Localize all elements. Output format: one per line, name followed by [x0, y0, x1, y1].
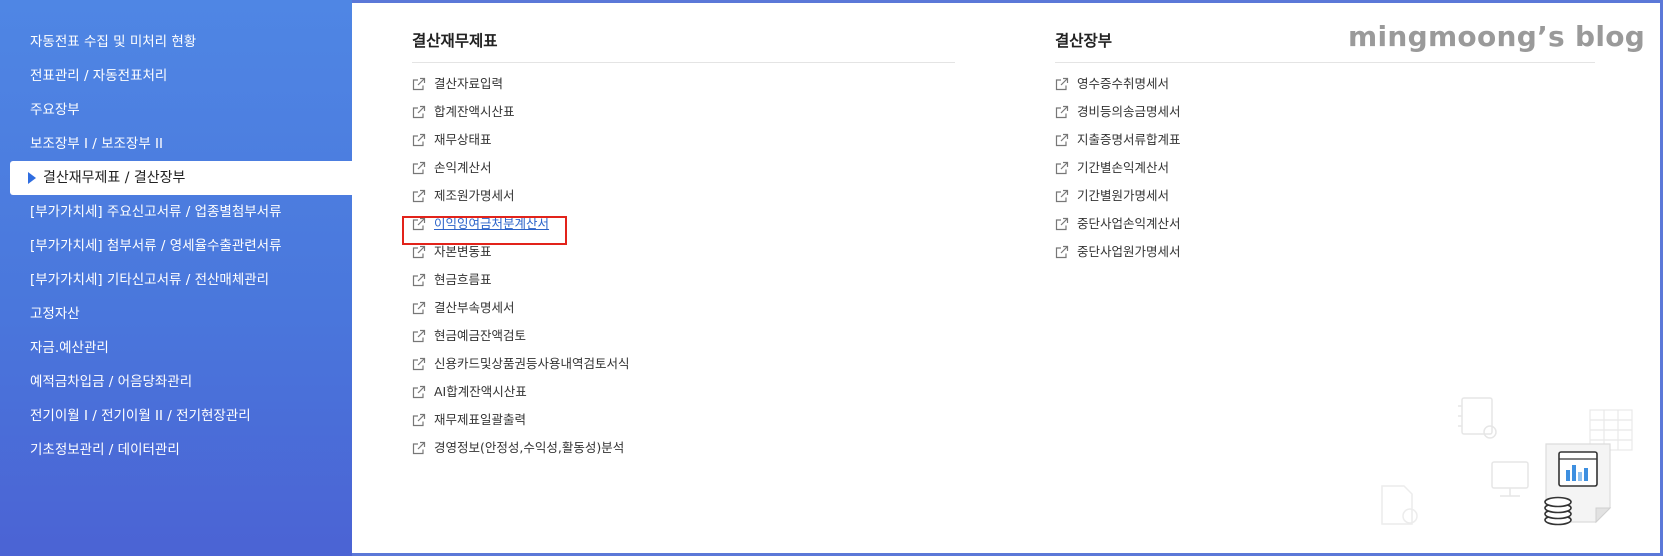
- external-link-icon: [1055, 161, 1069, 175]
- external-link-icon: [412, 77, 426, 91]
- link-label: 경비등의송금명세서: [1077, 104, 1181, 119]
- link-item[interactable]: 합계잔액시산표: [412, 103, 515, 121]
- sidebar-item-sub-ledger[interactable]: 보조장부 I / 보조장부 II: [30, 134, 163, 154]
- link-item[interactable]: 중단사업손익계산서: [1055, 215, 1181, 233]
- link-label: 합계잔액시산표: [434, 104, 515, 119]
- sidebar-item-vat-main-filing[interactable]: [부가가치세] 주요신고서류 / 업종별첨부서류: [30, 202, 282, 222]
- sidebar-item-auto-voucher-status[interactable]: 자동전표 수집 및 미처리 현황: [30, 32, 196, 52]
- link-item[interactable]: 재무제표일괄출력: [412, 411, 526, 429]
- external-link-icon: [412, 133, 426, 147]
- link-label: 지출증명서류합계표: [1077, 132, 1181, 147]
- link-label: 경영정보(안정성,수익성,활동성)분석: [434, 440, 625, 455]
- link-label: 영수증수취명세서: [1077, 76, 1170, 91]
- sidebar-item-vat-attachments[interactable]: [부가가치세] 첨부서류 / 영세율수출관련서류: [30, 236, 282, 256]
- sidebar-item-deposits-notes[interactable]: 예적금차입금 / 어음당좌관리: [30, 372, 192, 392]
- external-link-icon: [412, 161, 426, 175]
- external-link-icon: [412, 301, 426, 315]
- external-link-icon: [1055, 245, 1069, 259]
- external-link-icon: [1055, 105, 1069, 119]
- link-item[interactable]: 현금예금잔액검토: [412, 327, 526, 345]
- highlight-box: [402, 216, 567, 245]
- triangle-right-icon: [28, 172, 36, 184]
- link-label: 손익계산서: [434, 160, 492, 175]
- link-label: 재무상태표: [434, 132, 492, 147]
- external-link-icon: [1055, 189, 1069, 203]
- link-item[interactable]: 결산자료입력: [412, 75, 503, 93]
- gear-document-icon: [1381, 485, 1418, 525]
- sidebar-item-label: 결산재무제표 / 결산장부: [43, 170, 186, 186]
- external-link-icon: [412, 441, 426, 455]
- blog-watermark: mingmoong’s blog: [1348, 20, 1646, 53]
- sidebar-item-carry-forward[interactable]: 전기이월 Ⅰ / 전기이월 II / 전기현장관리: [30, 406, 251, 426]
- link-item[interactable]: 지출증명서류합계표: [1055, 131, 1181, 149]
- link-item[interactable]: 중단사업원가명세서: [1055, 243, 1181, 261]
- sidebar-item-fund-budget[interactable]: 자금.예산관리: [30, 338, 109, 358]
- link-label: 현금흐름표: [434, 272, 492, 287]
- link-item[interactable]: 경영정보(안정성,수익성,활동성)분석: [412, 439, 624, 457]
- link-label: 중단사업원가명세서: [1077, 244, 1181, 259]
- link-item[interactable]: 경비등의송금명세서: [1055, 103, 1181, 121]
- link-item[interactable]: 재무상태표: [412, 131, 492, 149]
- external-link-icon: [1055, 217, 1069, 231]
- external-link-icon: [1055, 133, 1069, 147]
- decorative-illustration: [1381, 397, 1633, 526]
- link-label: 결산부속명세서: [434, 300, 515, 315]
- sidebar: 자동전표 수집 및 미처리 현황 전표관리 / 자동전표처리 주요장부 보조장부…: [0, 0, 352, 556]
- link-label: 결산자료입력: [434, 76, 504, 91]
- section-title-closing-statements: 결산재무제표: [412, 32, 498, 50]
- external-link-icon: [412, 413, 426, 427]
- external-link-icon: [1055, 77, 1069, 91]
- external-link-icon: [412, 329, 426, 343]
- coins-icon: [1544, 496, 1572, 526]
- external-link-icon: [412, 357, 426, 371]
- external-link-icon: [412, 385, 426, 399]
- sidebar-item-vat-other-filing[interactable]: [부가가치세] 기타신고서류 / 전산매체관리: [30, 270, 269, 290]
- link-item[interactable]: 신용카드및상품권등사용내역검토서식: [412, 355, 630, 373]
- notebook-icon: [1458, 397, 1497, 439]
- link-label: AI합계잔액시산표: [434, 384, 527, 399]
- link-label: 재무제표일괄출력: [434, 412, 527, 427]
- link-item[interactable]: 손익계산서: [412, 159, 492, 177]
- link-label: 중단사업손익계산서: [1077, 216, 1181, 231]
- monitor-icon: [1491, 461, 1529, 497]
- link-label: 제조원가명세서: [434, 188, 515, 203]
- sidebar-item-voucher-management[interactable]: 전표관리 / 자동전표처리: [30, 66, 167, 86]
- link-label: 현금예금잔액검토: [434, 328, 527, 343]
- link-label: 기간별손익계산서: [1077, 160, 1170, 175]
- link-label: 기간별원가명세서: [1077, 188, 1170, 203]
- external-link-icon: [412, 273, 426, 287]
- sidebar-item-main-ledger[interactable]: 주요장부: [30, 100, 80, 120]
- external-link-icon: [412, 245, 426, 259]
- link-item[interactable]: 현금흐름표: [412, 271, 492, 289]
- divider: [412, 62, 955, 63]
- link-item[interactable]: AI합계잔액시산표: [412, 383, 527, 401]
- link-label: 신용카드및상품권등사용내역검토서식: [434, 356, 630, 371]
- sidebar-item-closing-statements[interactable]: 결산재무제표 / 결산장부: [10, 161, 352, 195]
- link-item[interactable]: 제조원가명세서: [412, 187, 515, 205]
- external-link-icon: [412, 105, 426, 119]
- link-item[interactable]: 기간별손익계산서: [1055, 159, 1169, 177]
- external-link-icon: [412, 189, 426, 203]
- link-label: 자본변동표: [434, 244, 492, 259]
- link-item[interactable]: 결산부속명세서: [412, 299, 515, 317]
- link-item[interactable]: 자본변동표: [412, 243, 492, 261]
- sidebar-item-base-info-data[interactable]: 기초정보관리 / 데이터관리: [30, 440, 180, 460]
- section-title-closing-ledgers: 결산장부: [1055, 32, 1113, 50]
- sidebar-item-fixed-assets[interactable]: 고정자산: [30, 304, 80, 324]
- divider: [1055, 62, 1595, 63]
- link-item[interactable]: 기간별원가명세서: [1055, 187, 1169, 205]
- link-item[interactable]: 영수증수취명세서: [1055, 75, 1169, 93]
